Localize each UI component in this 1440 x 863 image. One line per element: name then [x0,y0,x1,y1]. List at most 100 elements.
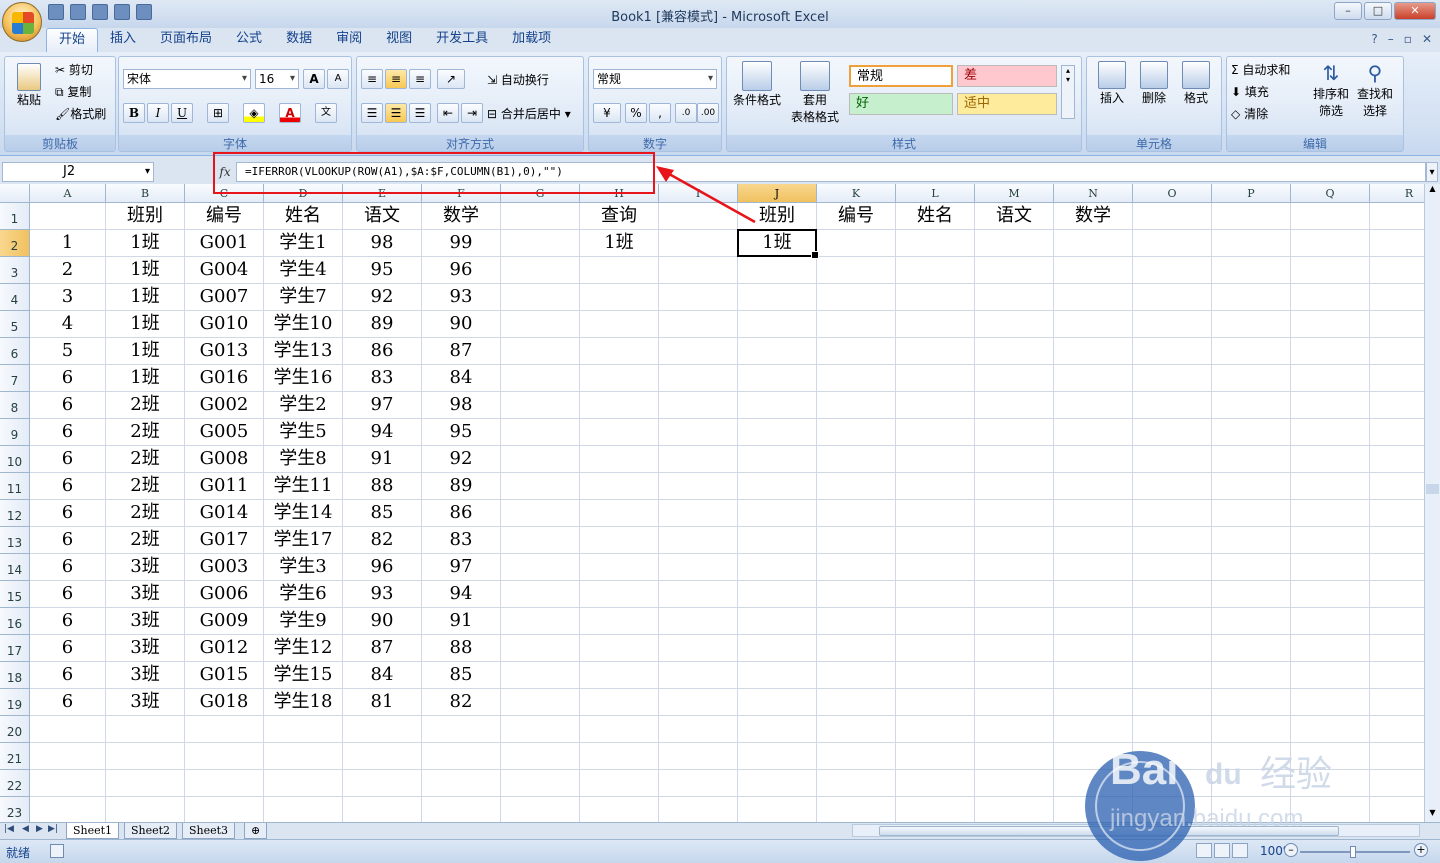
cell-B16[interactable]: 3班 [106,608,185,635]
cell-D1[interactable]: 姓名 [264,203,343,230]
cell-H2[interactable]: 1班 [580,230,659,257]
cell-I23[interactable] [659,797,738,822]
cell-M12[interactable] [975,500,1054,527]
row-header-2[interactable]: 2 [0,230,30,257]
cell-P20[interactable] [1212,716,1291,743]
cell-P5[interactable] [1212,311,1291,338]
cell-J7[interactable] [738,365,817,392]
cell-O12[interactable] [1133,500,1212,527]
font-color-button[interactable]: A [279,103,301,123]
cell-I3[interactable] [659,257,738,284]
cell-A7[interactable]: 6 [30,365,106,392]
cell-K15[interactable] [817,581,896,608]
cell-E11[interactable]: 88 [343,473,422,500]
cell-E4[interactable]: 92 [343,284,422,311]
cell-P13[interactable] [1212,527,1291,554]
cell-Q2[interactable] [1291,230,1370,257]
cell-K12[interactable] [817,500,896,527]
cell-L18[interactable] [896,662,975,689]
cell-M13[interactable] [975,527,1054,554]
increase-decimal-button[interactable]: .0 [675,103,697,123]
cell-B3[interactable]: 1班 [106,257,185,284]
format-as-table-button[interactable]: 套用 表格格式 [785,61,845,125]
cell-N13[interactable] [1054,527,1133,554]
cell-D7[interactable]: 学生16 [264,365,343,392]
cell-C1[interactable]: 编号 [185,203,264,230]
cell-N7[interactable] [1054,365,1133,392]
cell-G10[interactable] [501,446,580,473]
close-workbook-icon[interactable]: ✕ [1422,32,1432,46]
cell-I18[interactable] [659,662,738,689]
cell-I19[interactable] [659,689,738,716]
row-header-15[interactable]: 15 [0,581,30,608]
cell-P18[interactable] [1212,662,1291,689]
vertical-scrollbar[interactable]: ▲ ▼ [1424,184,1440,822]
cell-N19[interactable] [1054,689,1133,716]
tab-8[interactable]: 加载项 [500,28,563,52]
last-sheet-icon[interactable]: ▶| [48,824,58,834]
cell-J23[interactable] [738,797,817,822]
cut-button[interactable]: ✂ 剪切 [55,61,93,78]
cell-M6[interactable] [975,338,1054,365]
cell-C11[interactable]: G011 [185,473,264,500]
cell-L13[interactable] [896,527,975,554]
cell-P2[interactable] [1212,230,1291,257]
cell-R13[interactable] [1370,527,1424,554]
maximize-button[interactable]: □ [1364,2,1392,20]
cell-B1[interactable]: 班别 [106,203,185,230]
cell-L19[interactable] [896,689,975,716]
cell-B14[interactable]: 3班 [106,554,185,581]
cell-G21[interactable] [501,743,580,770]
cell-K21[interactable] [817,743,896,770]
cell-B2[interactable]: 1班 [106,230,185,257]
underline-button[interactable]: U [171,103,193,123]
row-header-21[interactable]: 21 [0,743,30,770]
cell-E13[interactable]: 82 [343,527,422,554]
cell-H11[interactable] [580,473,659,500]
cell-B20[interactable] [106,716,185,743]
cell-J21[interactable] [738,743,817,770]
cell-G11[interactable] [501,473,580,500]
cell-I16[interactable] [659,608,738,635]
cell-L4[interactable] [896,284,975,311]
cell-R17[interactable] [1370,635,1424,662]
cell-R21[interactable] [1370,743,1424,770]
cell-C17[interactable]: G012 [185,635,264,662]
currency-button[interactable]: ¥ [593,103,621,123]
cell-O11[interactable] [1133,473,1212,500]
cell-F7[interactable]: 84 [422,365,501,392]
cell-O1[interactable] [1133,203,1212,230]
cell-F19[interactable]: 82 [422,689,501,716]
cell-B12[interactable]: 2班 [106,500,185,527]
cell-B21[interactable] [106,743,185,770]
cell-L1[interactable]: 姓名 [896,203,975,230]
cell-C8[interactable]: G002 [185,392,264,419]
cell-O9[interactable] [1133,419,1212,446]
tab-4[interactable]: 数据 [274,28,324,52]
cell-O2[interactable] [1133,230,1212,257]
cell-K8[interactable] [817,392,896,419]
cell-N17[interactable] [1054,635,1133,662]
cell-J13[interactable] [738,527,817,554]
cell-R16[interactable] [1370,608,1424,635]
cell-E9[interactable]: 94 [343,419,422,446]
cell-H19[interactable] [580,689,659,716]
cell-M2[interactable] [975,230,1054,257]
style-normal[interactable]: 常规 [849,65,953,87]
cell-P9[interactable] [1212,419,1291,446]
fill-color-button[interactable]: ◈ [243,103,265,123]
cell-P12[interactable] [1212,500,1291,527]
row-header-17[interactable]: 17 [0,635,30,662]
cell-Q13[interactable] [1291,527,1370,554]
cell-J11[interactable] [738,473,817,500]
cell-D5[interactable]: 学生10 [264,311,343,338]
minimize-button[interactable]: – [1334,2,1362,20]
cell-K9[interactable] [817,419,896,446]
cell-A20[interactable] [30,716,106,743]
cell-G13[interactable] [501,527,580,554]
sheet-tab-2[interactable]: Sheet3 [182,823,236,839]
cell-D16[interactable]: 学生9 [264,608,343,635]
cell-R11[interactable] [1370,473,1424,500]
cell-F8[interactable]: 98 [422,392,501,419]
orientation-button[interactable]: ↗ [437,69,465,89]
